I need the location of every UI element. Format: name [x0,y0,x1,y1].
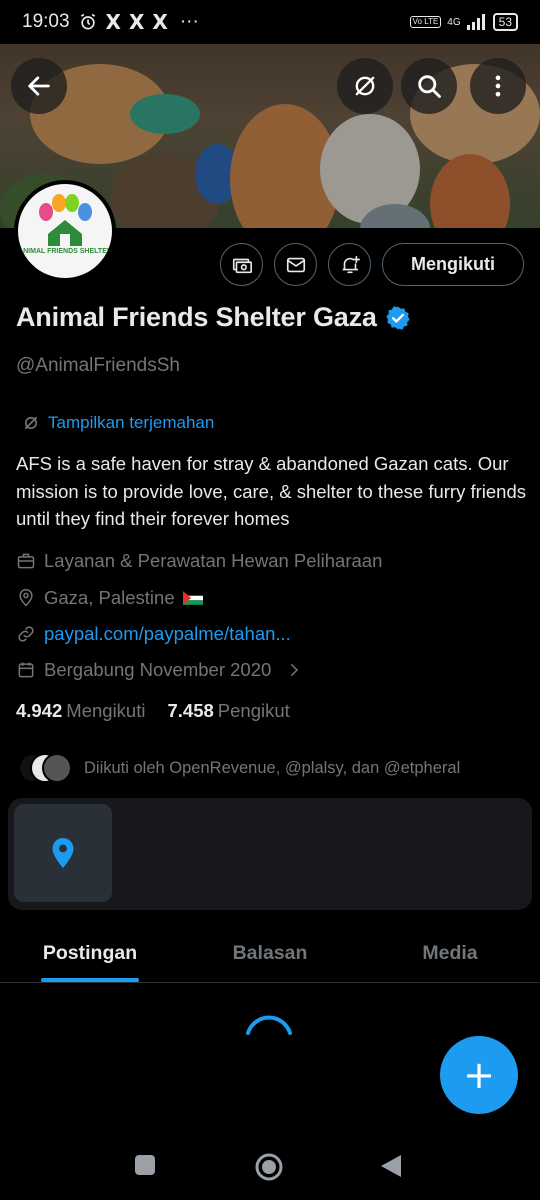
subscribe-button[interactable] [220,243,263,286]
followed-by-text: Diikuti oleh OpenRevenue, @plalsy, dan @… [84,758,461,777]
search-icon [418,75,441,98]
profile-website[interactable]: paypal.com/paypalme/tahan... [16,623,291,645]
tab-media[interactable]: Media [360,925,540,982]
more-options-button[interactable] [470,58,526,114]
follower-avatars [18,753,72,783]
show-translation-label: Tampilkan terjemahan [48,413,215,432]
signal-icon [466,14,485,30]
followers-count-link[interactable]: 7.458 Pengikut [167,700,289,722]
loading-spinner-icon [246,1015,292,1035]
avatar-logo: ANIMAL FRIENDS SHELTER [18,184,112,278]
profile-location: Gaza, Palestine [16,587,203,609]
profile-category: Layanan & Perawatan Hewan Peliharaan [16,550,382,572]
location-card-thumbnail [14,804,112,902]
show-translation-link[interactable]: Tampilkan terjemahan [22,413,214,433]
chevron-right-icon [291,664,299,676]
x-notification-icon: X [128,10,145,34]
avatar-text: ANIMAL FRIENDS SHELTER [18,248,112,255]
money-icon [232,258,252,273]
translate-toggle-button[interactable] [337,58,393,114]
palestine-flag-icon [182,591,203,605]
bell-plus-icon [342,255,360,273]
following-label: Mengikuti [66,700,146,721]
more-notifications-icon: ··· [179,11,199,32]
translate-off-icon [355,76,375,96]
tab-posts[interactable]: Postingan [0,925,180,982]
status-bar: 19:03 X X X ··· Vo LTE 4G 53 [0,0,540,44]
verified-badge-icon[interactable] [385,305,411,331]
avatar [42,753,72,783]
profile-bio: AFS is a safe haven for stray & abandone… [16,453,526,529]
home-button[interactable] [254,1152,284,1182]
followers-count: 7.458 [167,700,214,721]
envelope-icon [286,257,305,272]
profile-tabs: Postingan Balasan Media [0,925,540,983]
shelter-logo-icon [39,194,92,246]
following-count-link[interactable]: 4.942 Mengikuti [16,700,145,722]
category-label: Layanan & Perawatan Hewan Peliharaan [44,550,383,571]
battery-icon: 53 [492,13,518,31]
compose-post-button[interactable]: + [440,1036,518,1114]
message-button[interactable] [274,243,317,286]
back-nav-button[interactable] [380,1154,402,1178]
calendar-icon [18,662,34,678]
location-label: Gaza, Palestine [44,587,175,608]
map-pin-icon [52,838,74,868]
system-navigation-bar [0,1138,540,1200]
location-card[interactable] [8,798,532,910]
following-button[interactable]: Mengikuti [382,243,524,286]
followed-by-row[interactable]: Diikuti oleh OpenRevenue, @plalsy, dan @… [18,753,460,783]
website-link[interactable]: paypal.com/paypalme/tahan... [44,623,291,645]
followers-label: Pengikut [217,700,290,721]
search-button[interactable] [401,58,457,114]
x-notification-icon: X [152,10,168,34]
notifications-button[interactable] [328,243,371,286]
translate-icon [24,416,38,430]
kebab-menu-icon [495,75,501,97]
volte-icon: Vo LTE [409,16,442,28]
profile-name: Animal Friends Shelter Gaza [16,302,377,332]
x-notification-icon: X [105,10,121,34]
follow-counts: 4.942 Mengikuti 7.458 Pengikut [16,700,290,722]
profile-handle: @AnimalFriendsSh [16,355,180,376]
profile-name-row: Animal Friends Shelter Gaza [16,302,411,333]
briefcase-icon [17,553,35,569]
alarm-icon [80,13,95,30]
profile-avatar[interactable]: ANIMAL FRIENDS SHELTER [14,180,116,282]
arrow-left-icon [28,76,50,96]
joined-label: Bergabung November 2020 [44,659,272,680]
recent-apps-button[interactable] [134,1154,156,1176]
network-label: 4G [447,16,461,28]
tab-replies[interactable]: Balasan [180,925,360,982]
profile-joined[interactable]: Bergabung November 2020 [16,659,303,681]
link-icon [18,626,34,642]
back-button[interactable] [11,58,67,114]
status-time: 19:03 [22,11,70,32]
plus-icon: + [463,1053,495,1097]
location-pin-icon [19,588,33,607]
following-count: 4.942 [16,700,63,721]
